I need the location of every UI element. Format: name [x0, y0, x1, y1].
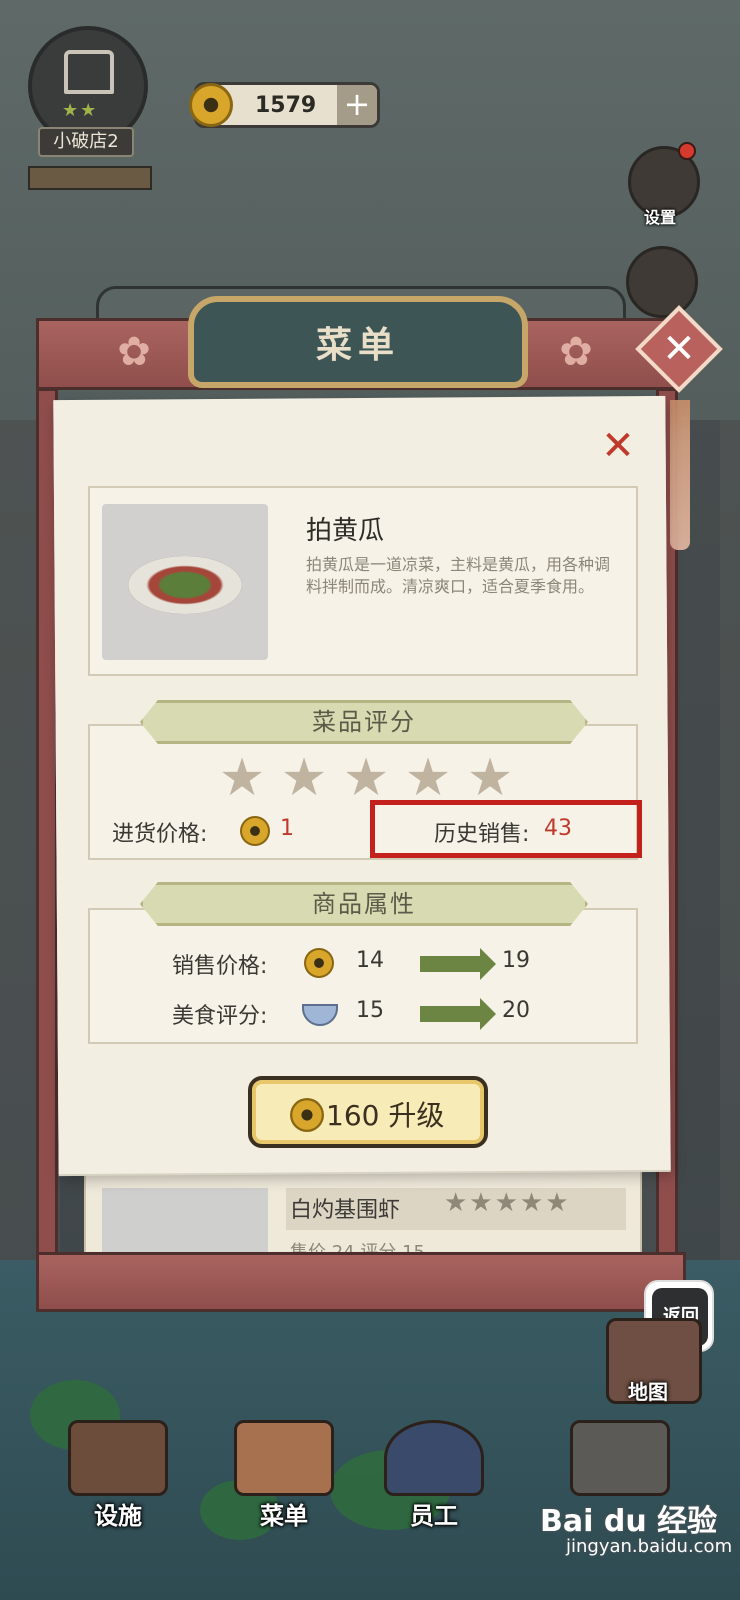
settings-label: 设置: [644, 208, 677, 227]
dish-name: 拍黄瓜: [306, 516, 385, 546]
rating-section-title: 菜品评分: [312, 708, 416, 736]
menu-title: 菜单: [315, 325, 400, 366]
flower-ornament-icon: ✿: [559, 329, 593, 375]
attributes-section-title: 商品属性: [312, 890, 416, 918]
facility-icon: [68, 1420, 168, 1496]
purchase-price-label: 进货价格:: [112, 822, 208, 847]
shop-house-icon: [64, 50, 114, 94]
food-score-label: 美食评分:: [172, 1004, 268, 1029]
shop-stars: ★★: [62, 100, 99, 121]
shop-button[interactable]: [626, 246, 698, 318]
watermark-brand: Bai du 经验: [540, 1504, 718, 1539]
shop-name-label: 小破店2: [38, 127, 134, 157]
coin-icon: [304, 948, 334, 978]
add-coins-button[interactable]: +: [337, 85, 377, 125]
close-icon: ✕: [662, 326, 696, 372]
staff-icon: [384, 1420, 484, 1496]
rating-star-icon: ★: [404, 748, 452, 808]
arrow-right-icon: [420, 998, 496, 1030]
dish-description: 拍黄瓜是一道凉菜，主料是黄瓜，用各种调料拌制而成。清凉爽口，适合夏季食用。: [306, 555, 611, 596]
shop-progress-bar: [28, 166, 152, 190]
coin-value: 1579: [255, 93, 317, 118]
purchase-price-value: 1: [280, 816, 294, 841]
rating-star-icon: ★: [280, 748, 328, 808]
list-item-stars: ★★★★★: [444, 1188, 571, 1218]
tassel-decoration: [670, 400, 690, 550]
nav-facilities-label: 设施: [94, 1502, 142, 1530]
nav-facilities[interactable]: 设施: [58, 1420, 178, 1530]
arrow-right-icon: [420, 948, 496, 980]
list-item-name: 白灼基围虾: [290, 1198, 401, 1223]
cucumber-dish-icon: [128, 556, 242, 614]
sell-price-next: 19: [502, 948, 530, 973]
nav-staff[interactable]: 员工: [374, 1420, 494, 1530]
history-sales-label: 历史销售:: [434, 822, 530, 847]
nav-staff-label: 员工: [410, 1502, 458, 1530]
history-sales-value: 43: [544, 816, 572, 841]
rating-star-icon: ★: [342, 748, 390, 808]
coin-icon: [189, 83, 233, 127]
dish-image: [102, 504, 268, 660]
food-score-current: 15: [356, 998, 384, 1023]
stove-icon: [570, 1420, 670, 1496]
menu-book-icon: [234, 1420, 334, 1496]
rating-star-icon: ★: [466, 748, 514, 808]
sell-price-label: 销售价格:: [172, 954, 268, 979]
nav-menu-label: 菜单: [260, 1502, 308, 1530]
flower-ornament-icon: ✿: [117, 329, 151, 375]
coin-icon: [240, 816, 270, 846]
coin-icon: [290, 1098, 324, 1132]
upgrade-label: 160 升级: [326, 1099, 445, 1132]
notification-dot: [678, 142, 696, 160]
food-score-next: 20: [502, 998, 530, 1023]
nav-menu[interactable]: 菜单: [224, 1420, 344, 1530]
menu-title-plate: 菜单: [188, 296, 528, 388]
close-detail-button[interactable]: ✕: [598, 426, 638, 466]
watermark-url: jingyan.baidu.com: [566, 1536, 733, 1557]
sell-price-current: 14: [356, 948, 384, 973]
map-label: 地图: [628, 1380, 668, 1404]
attributes-panel: [88, 908, 638, 1044]
menu-frame-bottom: [36, 1252, 686, 1312]
rating-star-icon: ★: [218, 748, 266, 808]
upgrade-button[interactable]: 160 升级: [248, 1076, 488, 1148]
dish-info-box: 拍黄瓜 拍黄瓜是一道凉菜，主料是黄瓜，用各种调料拌制而成。清凉爽口，适合夏季食用…: [88, 486, 638, 676]
coin-counter: 1579 +: [189, 82, 380, 128]
